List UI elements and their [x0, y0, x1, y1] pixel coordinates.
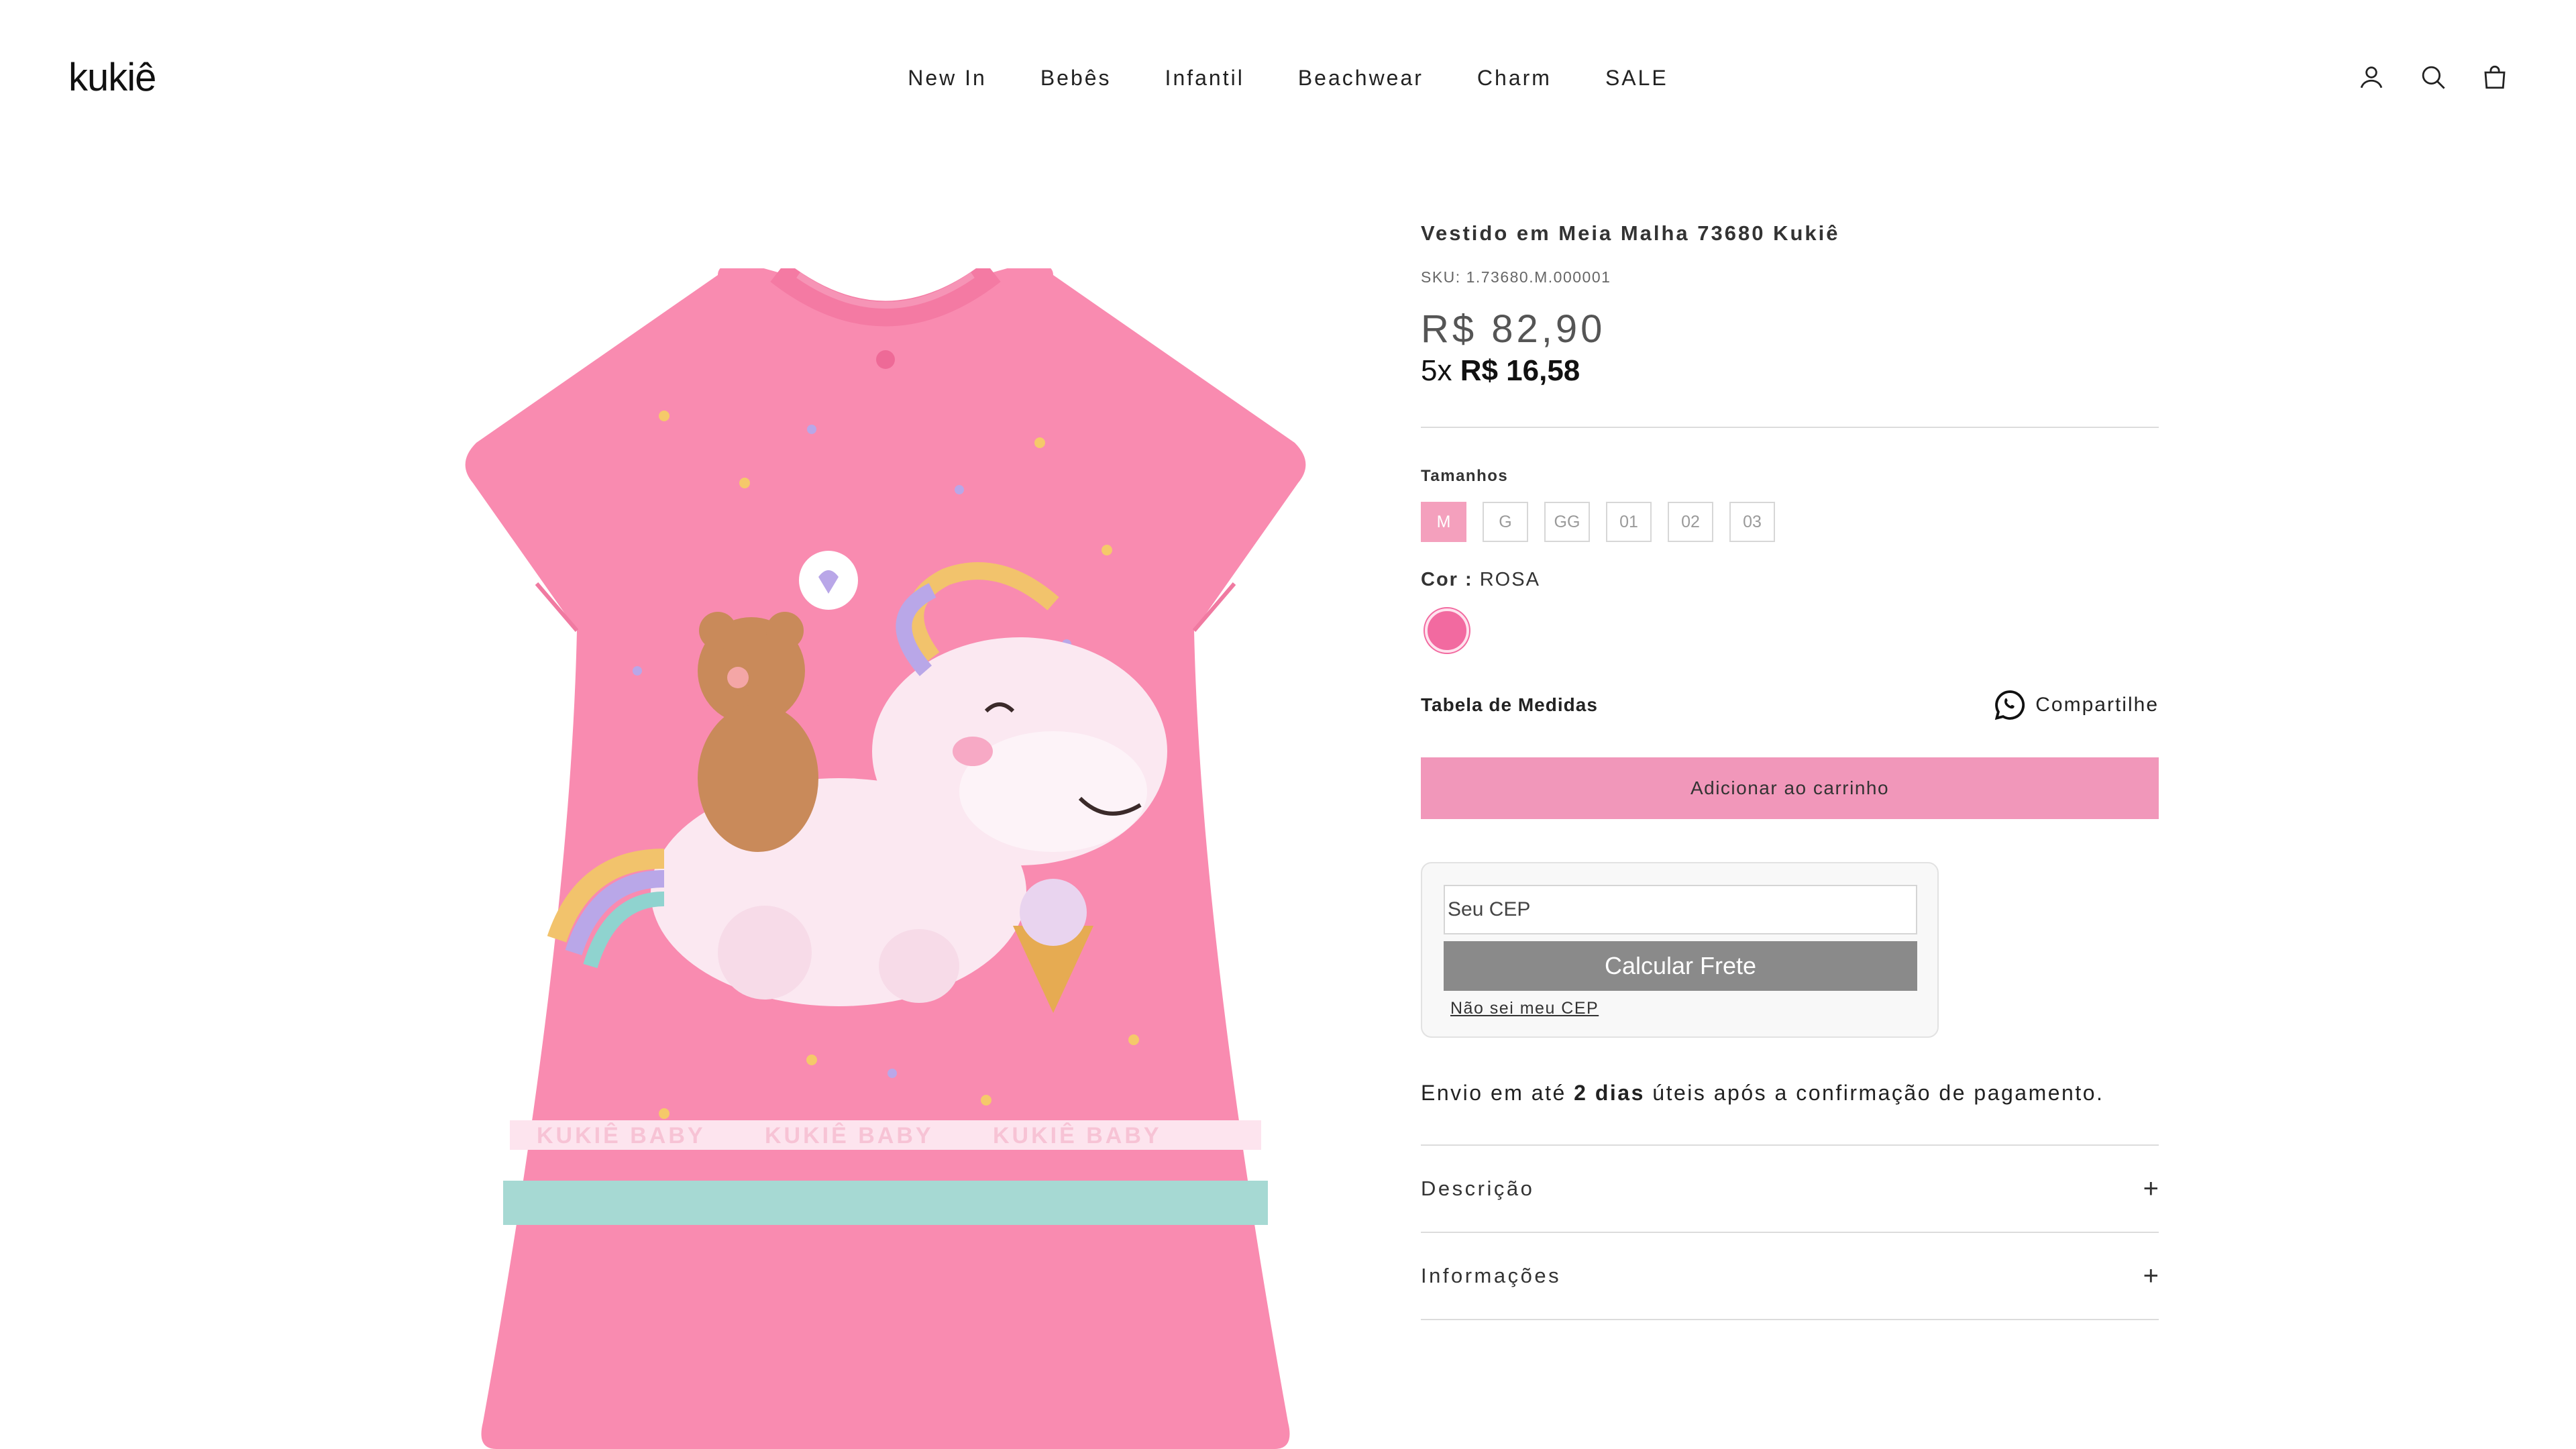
print-text: KUKIÊ BABY [765, 1123, 934, 1148]
size-option-01[interactable]: 01 [1606, 502, 1652, 542]
add-to-cart-button[interactable]: Adicionar ao carrinho [1421, 757, 2159, 819]
cart-icon[interactable] [2481, 63, 2509, 91]
nav-item-infantil[interactable]: Infantil [1165, 66, 1244, 91]
product-price: R$ 82,90 [1421, 307, 1606, 351]
size-option-02[interactable]: 02 [1668, 502, 1713, 542]
size-option-gg[interactable]: GG [1544, 502, 1590, 542]
site-header: kukiê New In Bebês Infantil Beachwear Ch… [0, 0, 2576, 154]
dress-illustration: KUKIÊ BABY KUKIÊ BABY KUKIÊ BABY [465, 261, 1306, 1449]
main-nav: New In Bebês Infantil Beachwear Charm SA… [0, 66, 2576, 91]
size-option-m[interactable]: M [1421, 502, 1466, 542]
nav-item-beachwear[interactable]: Beachwear [1298, 66, 1424, 91]
accordion-information[interactable]: Informações + [1421, 1233, 2159, 1320]
product-info: Vestido em Meia Malha 73680 Kukiê SKU: 1… [1421, 221, 2159, 1320]
plus-icon: + [2143, 1173, 2159, 1203]
print-text: KUKIÊ BABY [993, 1123, 1162, 1148]
delivery-prefix: Envio em até [1421, 1081, 1574, 1105]
accordion-description[interactable]: Descrição + [1421, 1146, 2159, 1233]
nav-item-bebes[interactable]: Bebês [1040, 66, 1112, 91]
installments: 5x R$ 16,58 [1421, 354, 2159, 388]
installments-count: 5x [1421, 354, 1460, 387]
color-row: Cor : ROSA [1421, 569, 2159, 591]
share-button[interactable]: Compartilhe [1992, 688, 2159, 722]
nav-item-sale[interactable]: SALE [1605, 66, 1668, 91]
plus-icon: + [2143, 1260, 2159, 1291]
size-chart-link[interactable]: Tabela de Medidas [1421, 694, 1598, 716]
sizes-label: Tamanhos [1421, 467, 1509, 485]
print-text: KUKIÊ BABY [537, 1123, 706, 1148]
product-sku: SKU: 1.73680.M.000001 [1421, 268, 1611, 286]
search-icon[interactable] [2419, 63, 2447, 91]
cep-input[interactable] [1444, 885, 1917, 934]
accordion-information-label: Informações [1421, 1264, 1562, 1287]
color-label: Cor : [1421, 569, 1473, 590]
product-image[interactable]: KUKIÊ BABY KUKIÊ BABY KUKIÊ BABY [463, 261, 1308, 1449]
delivery-days: 2 dias [1574, 1081, 1645, 1105]
accordion-description-label: Descrição [1421, 1177, 1535, 1200]
installments-value: R$ 16,58 [1460, 354, 1580, 387]
nav-item-charm[interactable]: Charm [1477, 66, 1552, 91]
delivery-suffix: úteis após a confirmação de pagamento. [1644, 1081, 2104, 1105]
shipping-calculator: Calcular Frete Não sei meu CEP [1421, 862, 1939, 1038]
size-option-g[interactable]: G [1483, 502, 1528, 542]
divider [1421, 427, 2159, 428]
unknown-cep-link[interactable]: Não sei meu CEP [1450, 999, 1599, 1018]
nav-item-new-in[interactable]: New In [908, 66, 987, 91]
size-selector: M G GG 01 02 03 [1421, 502, 2159, 542]
header-actions [2357, 63, 2509, 91]
delivery-info: Envio em até 2 dias úteis após a confirm… [1421, 1081, 2159, 1106]
product-accordion: Descrição + Informações + [1421, 1144, 2159, 1320]
color-value: ROSA [1479, 569, 1540, 590]
account-icon[interactable] [2357, 63, 2385, 91]
calculate-shipping-button[interactable]: Calcular Frete [1444, 941, 1917, 991]
size-option-03[interactable]: 03 [1729, 502, 1775, 542]
product-title: Vestido em Meia Malha 73680 Kukiê [1421, 221, 1840, 245]
product-tools: Tabela de Medidas Compartilhe [1421, 688, 2159, 722]
whatsapp-icon [1995, 690, 2025, 720]
share-label: Compartilhe [2035, 694, 2159, 716]
color-swatch-rosa[interactable] [1425, 608, 1469, 653]
